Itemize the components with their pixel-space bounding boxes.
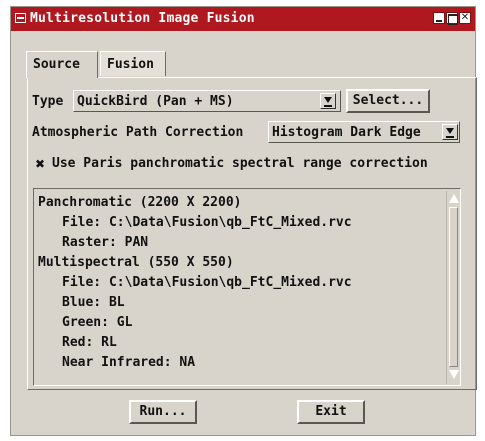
atmospheric-path-correction-label: Atmospheric Path Correction <box>32 125 244 140</box>
minimize-icon[interactable] <box>433 12 445 24</box>
window-title: Multiresolution Image Fusion <box>30 11 255 26</box>
maximize-icon[interactable] <box>446 12 458 25</box>
scroll-down-icon[interactable] <box>448 368 460 382</box>
list-item: Green: GL <box>62 315 133 330</box>
list-item: File: C:\Data\Fusion\qb_FtC_Mixed.rvc <box>62 215 352 230</box>
paris-correction-label: Use Paris panchromatic spectral range co… <box>52 156 428 171</box>
list-item: Blue: BL <box>62 295 125 310</box>
select-button[interactable]: Select... <box>346 89 430 113</box>
vertical-scrollbar[interactable] <box>446 191 460 384</box>
multiresolution-image-fusion-window: Multiresolution Image Fusion ✕ Source Fu… <box>10 6 477 436</box>
close-icon[interactable]: ✕ <box>459 12 471 24</box>
window-menu-icon[interactable] <box>15 13 26 23</box>
list-item: Multispectral (550 X 550) <box>38 255 234 270</box>
atmospheric-correction-dropdown[interactable]: Histogram Dark Edge <box>268 121 460 143</box>
chevron-down-icon[interactable] <box>442 124 458 140</box>
type-dropdown-value: QuickBird (Pan + MS) <box>77 94 234 109</box>
list-item: Red: RL <box>62 335 117 350</box>
scroll-up-icon[interactable] <box>448 192 460 206</box>
scrollbar-track[interactable] <box>449 207 458 367</box>
paris-correction-checkbox[interactable]: ✖ <box>34 158 46 170</box>
list-item: Raster: PAN <box>62 235 149 250</box>
list-item: Panchromatic (2200 X 2200) <box>38 195 242 210</box>
source-panel: Type QuickBird (Pan + MS) Select... Atmo… <box>27 77 477 390</box>
title-bar[interactable]: Multiresolution Image Fusion ✕ <box>11 7 475 31</box>
run-button[interactable]: Run... <box>129 400 197 424</box>
tab-fusion[interactable]: Fusion <box>100 51 166 76</box>
atmospheric-correction-value: Histogram Dark Edge <box>272 125 421 140</box>
exit-button[interactable]: Exit <box>297 400 365 424</box>
list-item: File: C:\Data\Fusion\qb_FtC_Mixed.rvc <box>62 275 352 290</box>
type-label: Type <box>32 94 64 109</box>
source-info-list[interactable]: Panchromatic (2200 X 2200) File: C:\Data… <box>33 188 461 386</box>
list-item: Near Infrared: NA <box>62 355 196 370</box>
type-dropdown[interactable]: QuickBird (Pan + MS) <box>73 90 341 112</box>
chevron-down-icon[interactable] <box>320 93 336 109</box>
tab-source[interactable]: Source <box>26 51 98 78</box>
